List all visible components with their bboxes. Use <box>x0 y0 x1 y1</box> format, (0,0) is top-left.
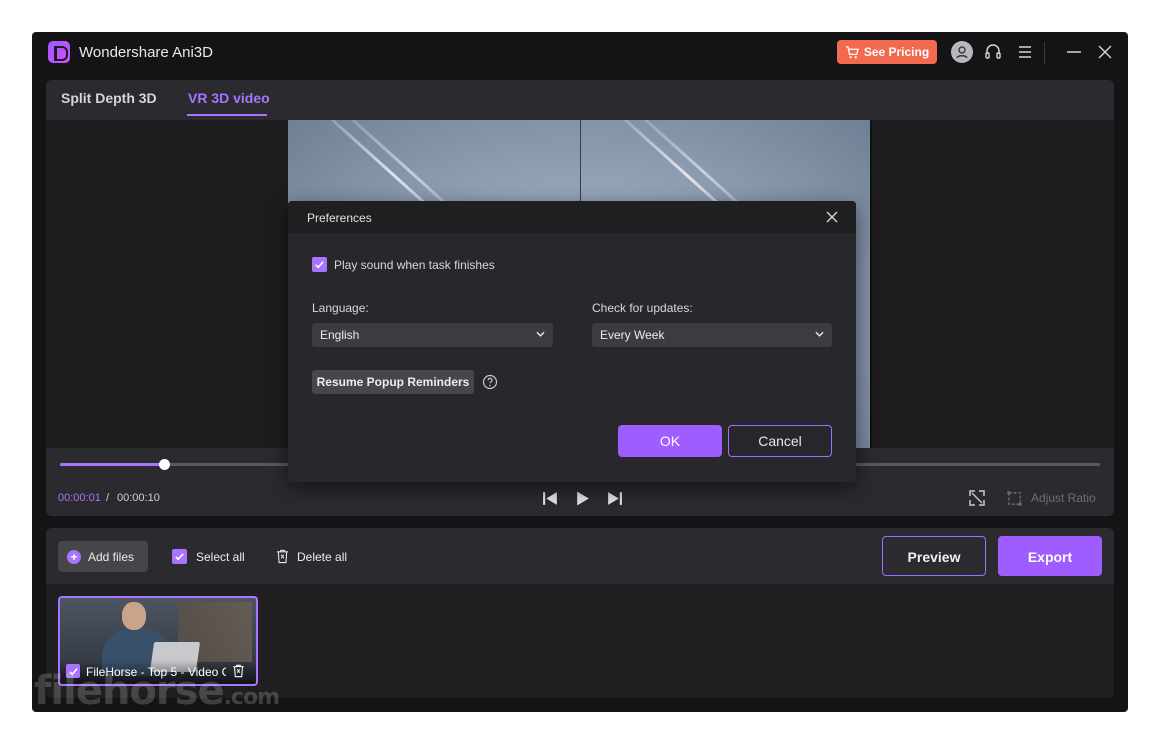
resume-popup-reminders-button[interactable]: Resume Popup Reminders <box>312 370 474 394</box>
skip-back-icon[interactable] <box>540 488 560 508</box>
add-files-label: Add files <box>88 549 135 564</box>
timeline-progress <box>60 463 164 466</box>
dialog-header: Preferences <box>288 201 856 233</box>
app-window: Wondershare Ani3D See Pricing Split Dept… <box>32 32 1128 712</box>
menu-icon[interactable] <box>1014 41 1036 63</box>
language-value: English <box>320 328 360 342</box>
app-logo-icon <box>48 41 70 63</box>
updates-label: Check for updates: <box>592 301 693 315</box>
select-all-checkbox[interactable] <box>172 549 187 564</box>
chevron-down-icon <box>536 331 545 337</box>
play-icon[interactable] <box>572 488 592 508</box>
title-separator <box>1044 42 1045 64</box>
language-select[interactable]: English <box>312 323 553 347</box>
total-time: 00:00:10 <box>117 492 160 504</box>
add-files-button[interactable]: + Add files <box>58 541 148 572</box>
checkbox-icon <box>175 553 184 561</box>
tab-vr-3d-video[interactable]: VR 3D video <box>188 90 270 106</box>
app-title: Wondershare Ani3D <box>79 44 213 61</box>
select-all-label: Select all <box>196 549 245 564</box>
updates-select[interactable]: Every Week <box>592 323 832 347</box>
fullscreen-icon[interactable] <box>967 488 987 508</box>
play-sound-checkbox[interactable] <box>312 257 327 272</box>
see-pricing-label: See Pricing <box>863 45 930 59</box>
user-icon[interactable] <box>951 41 973 63</box>
help-icon[interactable] <box>482 374 498 390</box>
watermark-text: filehorse <box>34 668 225 714</box>
trash-icon <box>276 549 289 564</box>
adjust-ratio-button[interactable]: Adjust Ratio <box>1006 488 1096 508</box>
close-icon[interactable] <box>1094 41 1116 63</box>
timeline-knob[interactable] <box>159 459 170 470</box>
export-button[interactable]: Export <box>998 536 1102 576</box>
delete-all-label: Delete all <box>297 549 348 564</box>
filehorse-watermark: filehorse.com <box>34 668 280 714</box>
headset-icon[interactable] <box>982 41 1004 63</box>
ratio-icon <box>1007 490 1022 506</box>
preview-button[interactable]: Preview <box>882 536 986 576</box>
dialog-title: Preferences <box>307 211 372 225</box>
updates-value: Every Week <box>600 328 665 342</box>
ok-button[interactable]: OK <box>618 425 722 457</box>
play-sound-label: Play sound when task finishes <box>334 258 495 272</box>
checkbox-icon <box>315 261 324 269</box>
dialog-close-icon[interactable] <box>824 209 840 225</box>
watermark-suffix: .com <box>223 685 280 710</box>
active-tab-indicator <box>187 114 267 116</box>
video-edge <box>870 120 872 448</box>
current-time: 00:00:01 <box>58 492 101 504</box>
plus-icon: + <box>67 549 81 564</box>
mode-tabs: Split Depth 3D VR 3D video <box>46 80 1114 120</box>
cancel-button[interactable]: Cancel <box>728 425 832 457</box>
files-toolbar: + Add files Select all Delete all Previe… <box>46 528 1114 584</box>
tab-split-depth-3d[interactable]: Split Depth 3D <box>61 90 157 106</box>
minimize-icon[interactable] <box>1063 41 1085 63</box>
chevron-down-icon <box>815 331 824 337</box>
preferences-dialog: Preferences Play sound when task finishe… <box>288 201 856 482</box>
delete-all-button[interactable]: Delete all <box>276 548 347 565</box>
time-separator: / <box>106 492 110 504</box>
see-pricing-button[interactable]: See Pricing <box>837 40 937 64</box>
select-all-control[interactable]: Select all <box>172 548 245 565</box>
adjust-ratio-label: Adjust Ratio <box>1031 491 1096 505</box>
language-label: Language: <box>312 301 369 315</box>
title-bar: Wondershare Ani3D See Pricing <box>32 32 1128 76</box>
skip-forward-icon[interactable] <box>604 488 624 508</box>
cart-icon <box>845 45 859 58</box>
